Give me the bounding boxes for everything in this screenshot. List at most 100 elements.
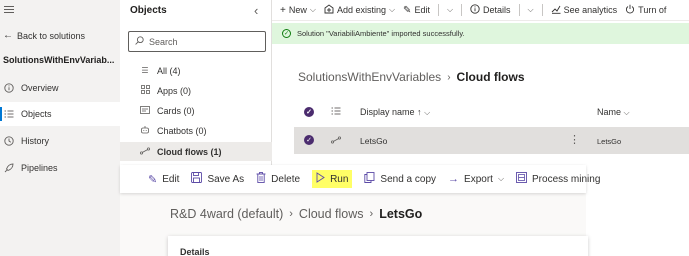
chevron-left-icon[interactable]: ‹ [254, 3, 258, 18]
command-bar: + New ⌵ Add existing ⌵ ✎ Edit ⌵ Details … [272, 0, 689, 21]
divider [541, 4, 543, 16]
chevron-right-icon: › [289, 208, 293, 220]
process-mining-label: Process mining [532, 173, 601, 185]
row-display-name[interactable]: LetsGo [360, 136, 387, 146]
search-icon [135, 36, 144, 47]
object-item-all[interactable]: ☰ All (4) [120, 61, 272, 80]
nav-item-history[interactable]: History [0, 129, 120, 153]
objects-search-input[interactable] [149, 36, 259, 47]
save-as-button[interactable]: Save As [191, 172, 244, 186]
send-a-copy-button[interactable]: Send a copy [364, 172, 436, 186]
chevron-down-icon[interactable]: ⌵ [528, 5, 534, 15]
flow-command-bar: ✎ Edit Save As Delete Run Send a copy → … [120, 165, 600, 193]
divider [461, 4, 463, 16]
success-message: Solution "VariabiliAmbiente" imported su… [297, 29, 465, 38]
objects-panel: Objects ‹ ☰ All (4) Apps (0) Cards (0) C… [120, 0, 272, 165]
details-card-title: Details [180, 247, 210, 256]
details-card: Details [168, 236, 588, 256]
table-row[interactable]: ✓ LetsGo ⋮ LetsGo [294, 127, 689, 154]
new-button-label: New [288, 5, 307, 15]
breadcrumb-flow-name: LetsGo [379, 207, 423, 221]
object-item-chatbots[interactable]: Chatbots (0) [120, 121, 272, 140]
save-icon [191, 172, 203, 186]
sort-ascending-icon: ↑ [417, 107, 422, 117]
object-item-label: Cloud flows [157, 146, 208, 157]
select-all-checkbox[interactable]: ✓ [304, 107, 314, 117]
chevron-down-icon[interactable]: ⌵ [447, 5, 453, 15]
apps-icon [140, 85, 150, 96]
hamburger-menu-icon[interactable] [4, 6, 14, 14]
flow-edit-button[interactable]: ✎ Edit [148, 173, 179, 186]
back-to-solutions-label: Back to solutions [17, 30, 86, 41]
turn-off-label: Turn of [638, 5, 667, 15]
objects-search-box[interactable] [128, 31, 266, 52]
flow-breadcrumb: R&D 4ward (default) › Cloud flows › Lets… [170, 207, 422, 221]
breadcrumb-solution[interactable]: SolutionsWithEnvVariables [298, 70, 441, 84]
objects-panel-title: Objects [130, 5, 167, 16]
plus-icon: + [280, 4, 286, 16]
chevron-down-icon: ⌵ [497, 174, 505, 183]
turn-off-button[interactable]: Turn of [625, 4, 666, 17]
info-icon [4, 83, 14, 93]
breadcrumb-current: Cloud flows [456, 70, 525, 84]
more-options-icon[interactable]: ⋮ [569, 133, 580, 146]
nav-item-overview[interactable]: Overview [0, 76, 120, 100]
add-existing-button[interactable]: Add existing ⌵ [324, 3, 395, 17]
nav-item-pipelines[interactable]: Pipelines [0, 156, 120, 180]
arrow-right-icon: → [448, 173, 460, 185]
object-item-label: Cards [157, 105, 182, 116]
breadcrumb: SolutionsWithEnvVariables › Cloud flows [298, 70, 525, 84]
delete-button[interactable]: Delete [256, 172, 300, 186]
see-analytics-label: See analytics [563, 5, 618, 15]
nav-item-label: Pipelines [21, 163, 58, 173]
delete-label: Delete [271, 173, 301, 185]
object-item-cloud-flows[interactable]: Cloud flows (1) [120, 142, 272, 161]
object-item-count: (0) [195, 125, 207, 136]
list-icon: ☰ [141, 66, 149, 75]
row-checkbox[interactable]: ✓ [304, 135, 314, 145]
object-item-label: All [157, 65, 168, 76]
row-type-icon [331, 106, 341, 118]
chevron-down-icon: ⌵ [424, 108, 431, 117]
column-header-name[interactable]: Name ⌵ [597, 107, 630, 118]
see-analytics-button[interactable]: See analytics [551, 4, 618, 17]
nav-item-objects[interactable]: Objects [0, 102, 120, 126]
details-label: Details [483, 5, 511, 15]
object-item-apps[interactable]: Apps (0) [120, 81, 272, 100]
check-circle-icon: ✓ [282, 29, 291, 38]
details-button[interactable]: Details [470, 3, 511, 17]
success-banner: ✓ Solution "VariabiliAmbiente" imported … [272, 23, 689, 44]
run-label: Run [330, 173, 349, 185]
breadcrumb-environment[interactable]: R&D 4ward (default) [170, 207, 283, 221]
export-button[interactable]: → Export ⌵ [448, 173, 504, 185]
pencil-icon: ✎ [148, 173, 158, 186]
grid-header: ✓ Display name ↑ ⌵ Name ⌵ [294, 102, 689, 122]
left-navigation: ← Back to solutions SolutionsWithEnvVari… [0, 0, 120, 256]
object-item-count: (1) [210, 146, 222, 157]
pencil-icon: ✎ [403, 4, 412, 16]
breadcrumb-cloud-flows[interactable]: Cloud flows [299, 207, 364, 221]
card-icon [140, 105, 150, 116]
edit-button[interactable]: ✎ Edit [403, 5, 430, 16]
back-to-solutions-link[interactable]: ← Back to solutions [3, 30, 85, 41]
object-item-label: Chatbots [157, 125, 194, 136]
chevron-right-icon: › [447, 71, 451, 83]
divider [518, 4, 520, 16]
save-as-label: Save As [207, 173, 245, 185]
flow-icon [330, 136, 342, 146]
nav-item-label: History [21, 136, 50, 146]
info-icon [470, 3, 480, 17]
object-item-count: (4) [169, 65, 181, 76]
object-item-count: (0) [183, 105, 195, 116]
flow-edit-label: Edit [162, 173, 180, 185]
object-item-cards[interactable]: Cards (0) [120, 101, 272, 120]
column-header-display-name[interactable]: Display name ↑ ⌵ [360, 107, 430, 118]
column-header-label: Name [597, 107, 622, 117]
list-icon [4, 109, 14, 119]
process-mining-button[interactable]: Process mining [516, 172, 600, 186]
arrow-left-icon: ← [3, 30, 13, 41]
edit-label: Edit [414, 5, 430, 15]
new-button[interactable]: + New ⌵ [280, 5, 316, 16]
run-button[interactable]: Run [312, 170, 353, 188]
object-item-label: Apps [157, 85, 178, 96]
